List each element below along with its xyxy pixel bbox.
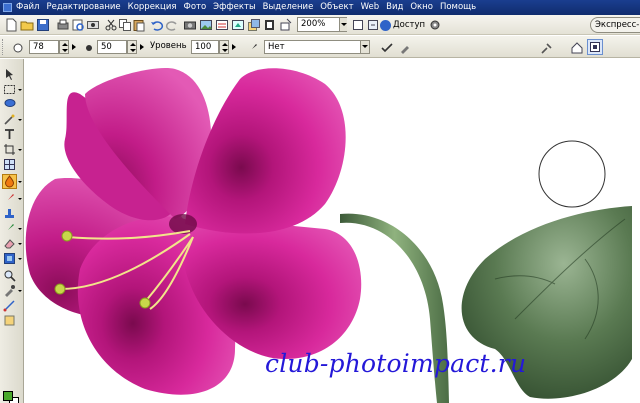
flower-center bbox=[169, 214, 197, 234]
optimize-icon[interactable] bbox=[215, 18, 229, 32]
soft-edge-field[interactable]: 50 bbox=[97, 40, 127, 54]
size-field[interactable]: 78 bbox=[29, 40, 59, 54]
checkmark-icon[interactable] bbox=[380, 41, 394, 55]
image-icon[interactable] bbox=[199, 18, 213, 32]
menu-web[interactable]: Web bbox=[361, 0, 380, 15]
print-preview-icon[interactable] bbox=[71, 18, 85, 32]
zoom-fit-icon[interactable] bbox=[351, 18, 365, 32]
undo-icon[interactable] bbox=[150, 18, 164, 32]
express-mode-button[interactable]: Экспресс-ко bbox=[590, 17, 640, 33]
brush-icon[interactable] bbox=[3, 192, 16, 205]
new-file-icon[interactable] bbox=[4, 18, 18, 32]
web-image-icon[interactable] bbox=[231, 18, 245, 32]
eyedropper-icon[interactable] bbox=[3, 284, 16, 297]
menu-selection[interactable]: Выделение bbox=[263, 0, 314, 15]
actual-size-icon[interactable] bbox=[366, 18, 380, 32]
home-icon[interactable] bbox=[570, 41, 584, 55]
watermark-text: club-photoimpact.ru bbox=[265, 349, 527, 378]
panel-toggle-icon[interactable] bbox=[587, 39, 603, 55]
text-icon[interactable] bbox=[3, 128, 16, 141]
redo-icon[interactable] bbox=[165, 18, 179, 32]
fill-icon[interactable] bbox=[3, 252, 16, 265]
toolbar-grip[interactable] bbox=[2, 39, 5, 55]
chevron-down-icon[interactable] bbox=[18, 89, 22, 91]
chevron-down-icon[interactable] bbox=[18, 290, 22, 292]
select-object-icon[interactable] bbox=[279, 18, 293, 32]
paint-bucket-icon[interactable] bbox=[263, 18, 277, 32]
pick-icon[interactable] bbox=[3, 68, 16, 81]
layer-icon[interactable] bbox=[247, 18, 261, 32]
standard-toolbar: 200% Доступ bbox=[0, 15, 640, 35]
stamen-tip bbox=[54, 283, 66, 295]
level-slider-button[interactable] bbox=[232, 42, 238, 52]
scan-icon[interactable] bbox=[86, 18, 100, 32]
soft-edge-slider-button[interactable] bbox=[140, 42, 146, 52]
attribute-toolbar: 78 50 Уровень 100 Нет bbox=[0, 36, 640, 58]
chevron-down-icon[interactable] bbox=[18, 149, 22, 151]
cut-icon[interactable] bbox=[104, 18, 118, 32]
chevron-down-icon[interactable] bbox=[18, 228, 22, 230]
zoom-icon[interactable] bbox=[3, 269, 16, 282]
menu-view[interactable]: Вид bbox=[386, 0, 403, 15]
menu-window[interactable]: Окно bbox=[410, 0, 433, 15]
stamen-tip bbox=[139, 297, 151, 309]
shape-circle-icon[interactable] bbox=[11, 41, 25, 55]
size-slider-button[interactable] bbox=[72, 42, 78, 52]
settings-icon[interactable] bbox=[428, 18, 442, 32]
app-icon[interactable] bbox=[3, 3, 12, 12]
level-spinner[interactable] bbox=[219, 40, 229, 54]
transform-icon[interactable] bbox=[3, 158, 16, 171]
magic-wand-icon[interactable] bbox=[3, 113, 16, 126]
paste-icon[interactable] bbox=[132, 18, 146, 32]
chevron-down-icon[interactable] bbox=[18, 243, 22, 245]
print-icon[interactable] bbox=[56, 18, 70, 32]
foreground-color-swatch[interactable] bbox=[3, 391, 13, 401]
level-label: Уровень bbox=[150, 41, 187, 51]
brush-mode-icon bbox=[246, 41, 260, 55]
camera-icon[interactable] bbox=[183, 18, 197, 32]
eraser-icon[interactable] bbox=[3, 237, 16, 250]
menu-edit[interactable]: Редактирование bbox=[46, 0, 120, 15]
soft-edge-icon bbox=[82, 41, 96, 55]
chevron-down-icon[interactable] bbox=[18, 181, 22, 183]
stamp-icon[interactable] bbox=[3, 207, 16, 220]
selection-icon[interactable] bbox=[3, 83, 16, 96]
menu-help[interactable]: Помощь bbox=[440, 0, 476, 15]
menu-bar: Файл Редактирование Коррекция Фото Эффек… bbox=[0, 0, 640, 15]
menu-adjust[interactable]: Коррекция bbox=[128, 0, 177, 15]
soft-edge-spinner[interactable] bbox=[127, 40, 137, 54]
clone-icon[interactable] bbox=[3, 222, 16, 235]
tool-settings-icon[interactable] bbox=[540, 41, 554, 55]
path-icon[interactable] bbox=[3, 299, 16, 312]
level-field[interactable]: 100 bbox=[191, 40, 219, 54]
lasso-icon[interactable] bbox=[3, 98, 16, 111]
stamen-tip bbox=[61, 230, 73, 242]
menu-object[interactable]: Объект bbox=[320, 0, 353, 15]
copy-icon[interactable] bbox=[118, 18, 132, 32]
menu-effects[interactable]: Эффекты bbox=[213, 0, 256, 15]
access-label: Доступ bbox=[393, 20, 426, 30]
tool-panel bbox=[0, 59, 24, 403]
shape-icon[interactable] bbox=[3, 314, 16, 327]
globe-icon bbox=[380, 19, 391, 31]
image-canvas[interactable]: club-photoimpact.ru bbox=[25, 59, 640, 403]
size-spinner[interactable] bbox=[59, 40, 69, 54]
save-icon[interactable] bbox=[36, 18, 50, 32]
menu-file[interactable]: Файл bbox=[16, 0, 39, 15]
chevron-down-icon[interactable] bbox=[360, 41, 369, 53]
chevron-down-icon[interactable] bbox=[18, 258, 22, 260]
dodge-icon[interactable] bbox=[2, 174, 17, 189]
brush-cursor bbox=[538, 140, 606, 208]
access-button[interactable]: Доступ bbox=[380, 17, 425, 33]
chevron-down-icon[interactable] bbox=[18, 198, 22, 200]
open-folder-icon[interactable] bbox=[20, 18, 34, 32]
mode-select[interactable]: Нет bbox=[264, 40, 370, 54]
chevron-down-icon[interactable] bbox=[339, 18, 347, 31]
menu-photo[interactable]: Фото bbox=[184, 0, 207, 15]
chevron-down-icon[interactable] bbox=[18, 119, 22, 121]
petal-top-right bbox=[185, 68, 346, 234]
brush-panel-icon[interactable] bbox=[398, 41, 412, 55]
crop-icon[interactable] bbox=[3, 143, 16, 156]
